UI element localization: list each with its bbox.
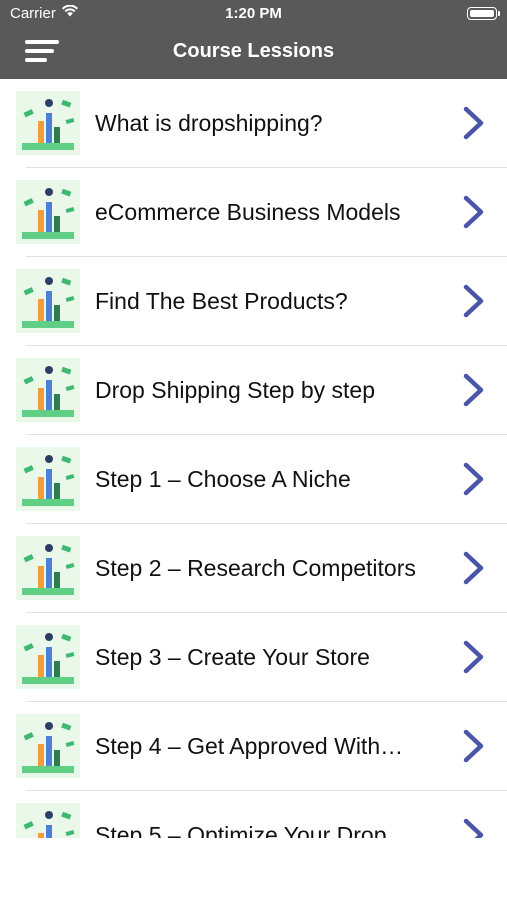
lesson-title: Step 3 – Create Your Store: [95, 644, 370, 670]
chevron-right-icon: [463, 551, 484, 585]
lesson-title: eCommerce Business Models: [95, 199, 401, 225]
lesson-thumbnail-icon: [16, 625, 80, 689]
lesson-title: Step 2 – Research Competitors: [95, 555, 416, 581]
lesson-row[interactable]: Step 1 – Choose A Niche: [0, 435, 507, 524]
lesson-title: Find The Best Products?: [95, 288, 348, 314]
status-bar: Carrier 1:20 PM: [0, 0, 507, 28]
chevron-right-icon: [463, 373, 484, 407]
lesson-title: Step 5 – Optimize Your Drop: [95, 822, 387, 838]
chevron-right-icon: [463, 106, 484, 140]
lesson-thumbnail-icon: [16, 714, 80, 778]
lesson-thumbnail-icon: [16, 358, 80, 422]
lesson-row[interactable]: Step 2 – Research Competitors: [0, 524, 507, 613]
lesson-thumbnail-icon: [16, 447, 80, 511]
lesson-thumbnail-icon: [16, 803, 80, 838]
lesson-list[interactable]: What is dropshipping? eCommerce Business…: [0, 79, 507, 838]
lesson-title: Step 4 – Get Approved With…: [95, 733, 404, 759]
navigation-bar: Carrier 1:20 PM Course Lessions: [0, 0, 507, 79]
lesson-row[interactable]: Step 5 – Optimize Your Drop: [0, 791, 507, 838]
lesson-row[interactable]: Step 4 – Get Approved With…: [0, 702, 507, 791]
chevron-right-icon: [463, 729, 484, 763]
lesson-title: Drop Shipping Step by step: [95, 377, 376, 403]
battery-icon: [467, 7, 500, 20]
chevron-right-icon: [463, 195, 484, 229]
lesson-row[interactable]: Drop Shipping Step by step: [0, 346, 507, 435]
lesson-title: What is dropshipping?: [95, 110, 323, 136]
lesson-thumbnail-icon: [16, 269, 80, 333]
lesson-row[interactable]: Find The Best Products?: [0, 257, 507, 346]
page-title: Course Lessions: [172, 40, 335, 62]
lesson-thumbnail-icon: [16, 91, 80, 155]
lesson-title: Step 1 – Choose A Niche: [95, 466, 351, 492]
lesson-row[interactable]: What is dropshipping?: [0, 79, 507, 168]
clock: 1:20 PM: [225, 5, 282, 22]
lesson-row[interactable]: eCommerce Business Models: [0, 168, 507, 257]
chevron-right-icon: [463, 818, 484, 838]
chevron-right-icon: [463, 284, 484, 318]
chevron-right-icon: [463, 462, 484, 496]
chevron-right-icon: [463, 640, 484, 674]
lesson-row[interactable]: Step 3 – Create Your Store: [0, 613, 507, 702]
lesson-thumbnail-icon: [16, 180, 80, 244]
lesson-thumbnail-icon: [16, 536, 80, 600]
